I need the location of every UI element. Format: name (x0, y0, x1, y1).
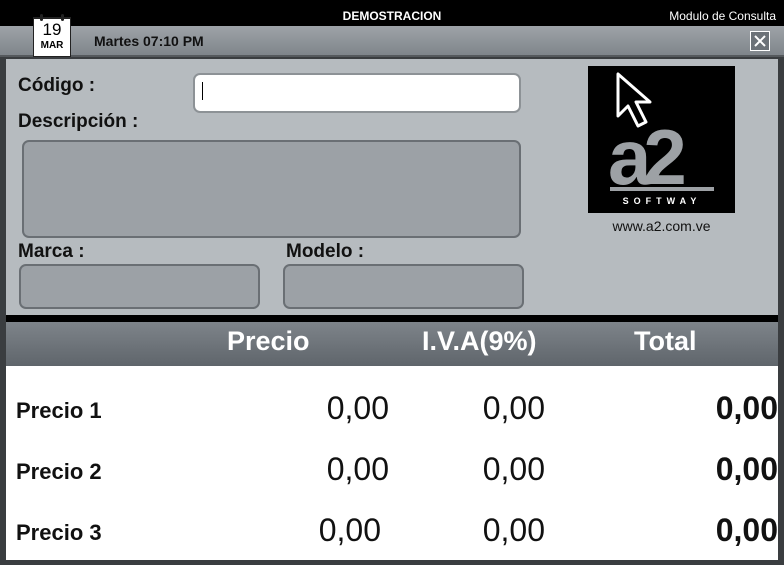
price-row-label: Precio 3 (16, 520, 102, 545)
codigo-label: Código : (18, 75, 96, 96)
close-icon (754, 35, 766, 47)
section-divider (6, 315, 778, 322)
calendar-icon: 19 MAR (33, 14, 71, 57)
a2-logo: a2 SOFTWAY (588, 66, 735, 213)
current-datetime: Martes 07:10 PM (94, 33, 204, 49)
price-value: 0,00 (326, 390, 389, 426)
iva-value: 0,00 (482, 390, 545, 426)
descripcion-field[interactable] (22, 140, 521, 238)
total-value: 0,00 (715, 451, 778, 487)
window-title: DEMOSTRACION (342, 9, 442, 23)
price-row-3: Precio 3 0,00 0,00 0,00 (6, 508, 778, 548)
calendar-month: MAR (40, 40, 64, 51)
close-button[interactable] (750, 31, 770, 51)
price-row-2: Precio 2 0,00 0,00 0,00 (6, 447, 778, 487)
modelo-field[interactable] (283, 264, 524, 309)
column-header-iva: I.V.A(9%) (422, 326, 537, 356)
price-row-1: Precio 1 0,00 0,00 0,00 (6, 386, 778, 426)
codigo-input[interactable] (193, 73, 521, 113)
modelo-label: Modelo : (286, 241, 365, 262)
website-label: www.a2.com.ve (612, 218, 711, 234)
marca-label: Marca : (18, 241, 85, 262)
iva-value: 0,00 (482, 512, 545, 548)
descripcion-label: Descripción : (18, 111, 139, 132)
title-bar: DEMOSTRACION Modulo de Consulta (0, 0, 784, 26)
logo-subtitle: SOFTWAY (623, 196, 702, 206)
total-value: 0,00 (715, 390, 778, 426)
marca-field[interactable] (19, 264, 260, 309)
calendar-day: 19 (42, 20, 62, 39)
price-row-label: Precio 1 (16, 398, 102, 423)
text-caret (202, 82, 203, 100)
price-value: 0,00 (326, 451, 389, 487)
price-row-label: Precio 2 (16, 459, 102, 484)
price-table-header: Precio I.V.A(9%) Total (6, 322, 778, 366)
price-value: 0,00 (318, 512, 381, 548)
column-header-total: Total (634, 326, 697, 356)
column-header-precio: Precio (227, 326, 310, 356)
a2-logo-graphic: a2 SOFTWAY (608, 72, 714, 206)
iva-value: 0,00 (482, 451, 545, 487)
total-value: 0,00 (715, 512, 778, 548)
module-name: Modulo de Consulta (669, 9, 776, 23)
price-table-body: Precio 1 0,00 0,00 0,00 Precio 2 0,00 0,… (6, 366, 778, 560)
